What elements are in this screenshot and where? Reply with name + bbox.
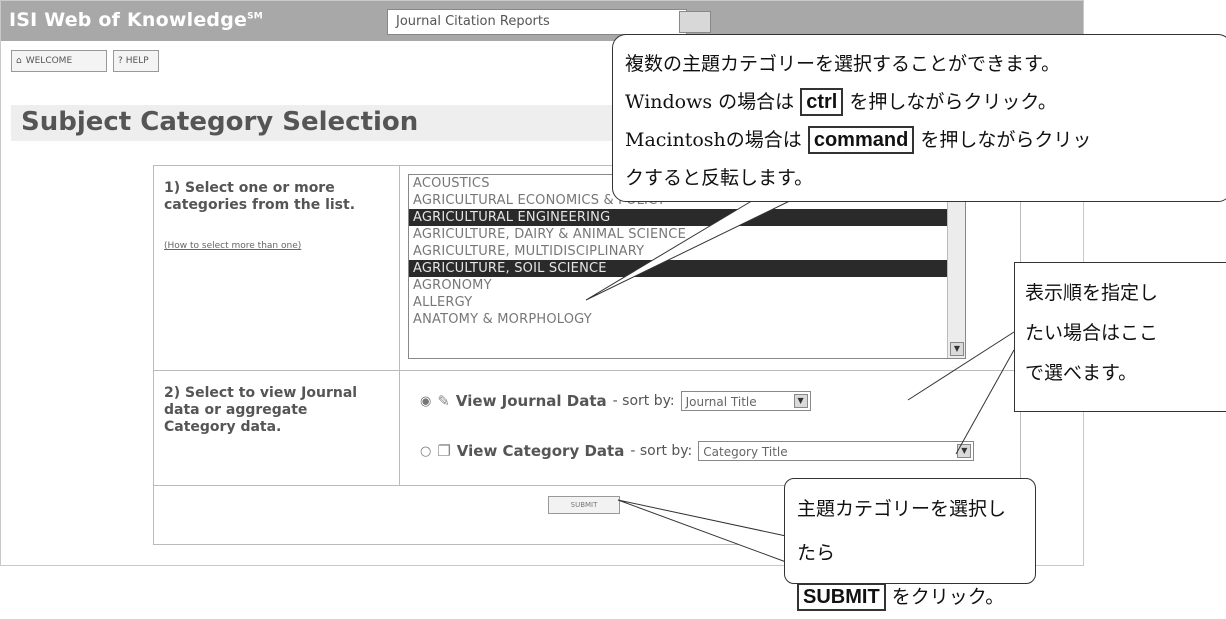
submit-callout-line1: 主題カテゴリーを選択したら: [797, 498, 1007, 564]
submit-key: SUBMIT: [797, 583, 886, 611]
mac-suffix: を押しながらクリッ: [914, 129, 1092, 151]
command-key: command: [807, 126, 915, 154]
ctrl-key: ctrl: [800, 88, 844, 116]
sort-callout: 表示順を指定し たい場合はここ で選べます。: [1014, 262, 1226, 412]
multi-callout-line4: クすると反転します。: [625, 167, 814, 189]
multi-callout-line1: 複数の主題カテゴリーを選択することができます。: [625, 53, 1061, 75]
sort-pointer-journal: [907, 331, 1015, 401]
sort-pointer-category: [955, 349, 1015, 455]
sort-callout-line2: たい場合はここ: [1025, 322, 1159, 344]
submit-callout: 主題カテゴリーを選択したら SUBMIT をクリック。: [784, 478, 1036, 611]
sort-callout-line1: 表示順を指定し: [1025, 282, 1159, 304]
submit-callout-line2: SUBMIT をクリック。: [797, 575, 1023, 619]
sort-callout-line3: で選べます。: [1025, 362, 1138, 384]
windows-prefix: Windows の場合は: [625, 91, 801, 113]
mac-prefix: Macintoshの場合は: [625, 129, 808, 151]
multi-select-callout: 複数の主題カテゴリーを選択することができます。 Windows の場合は ctr…: [612, 34, 1226, 202]
submit-callout-tail: [617, 499, 787, 563]
submit-callout-suffix: をクリック。: [885, 586, 1005, 608]
multi-callout-tail: [585, 195, 801, 301]
windows-suffix: を押しながらクリック。: [843, 91, 1057, 113]
multi-callout-line3: Macintoshの場合は command を押しながらクリッ: [625, 121, 1219, 159]
multi-callout-line2: Windows の場合は ctrl を押しながらクリック。: [625, 83, 1219, 121]
